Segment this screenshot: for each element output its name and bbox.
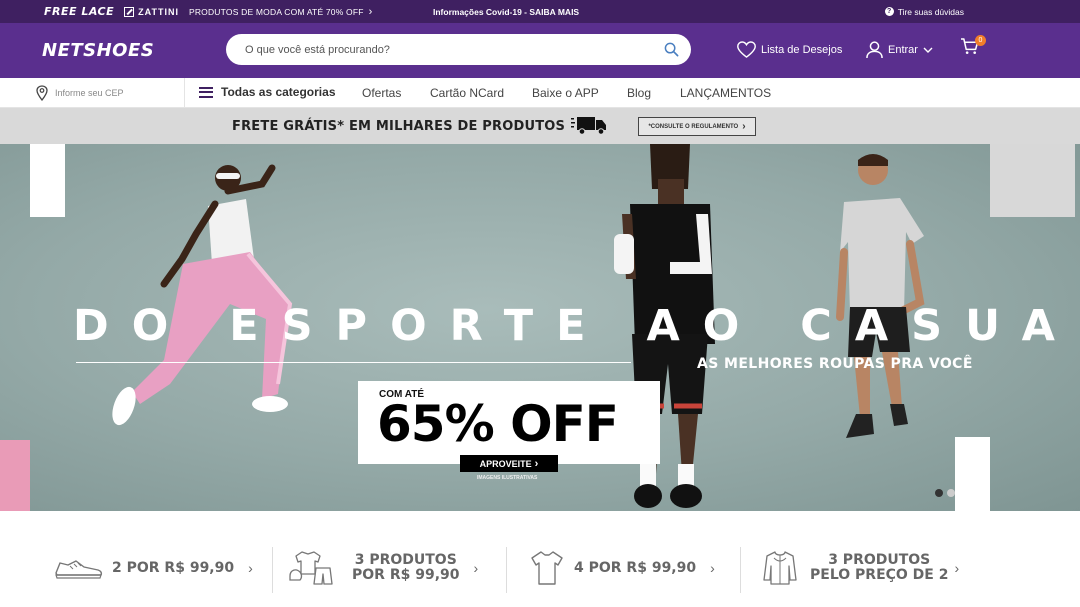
- promo-item-3-for-2[interactable]: 3 PRODUTOS PELO PREÇO DE 2 ›: [762, 545, 959, 591]
- wishlist-button[interactable]: Lista de Desejos: [737, 41, 842, 58]
- chevron-right-icon: ›: [473, 560, 479, 576]
- shipping-rules-button[interactable]: *CONSULTE O REGULAMENTO ›: [638, 117, 756, 136]
- free-shipping-text: FRETE GRÁTIS* EM MILHARES DE PRODUTOS: [232, 119, 566, 134]
- all-categories-menu[interactable]: Todas as categorias: [199, 85, 336, 99]
- frame-bracket-bottom-right: [955, 437, 990, 511]
- chevron-right-icon: ›: [248, 560, 253, 576]
- promo-item-sneakers[interactable]: 2 POR R$ 99,90 ›: [54, 545, 253, 591]
- carousel-dot-2[interactable]: [947, 489, 955, 497]
- promo-divider: [506, 547, 507, 593]
- chevron-right-icon: ›: [742, 121, 746, 132]
- promo-strip: 2 POR R$ 99,90 › 3 PRODUTOS POR R$ 99,90…: [0, 511, 1080, 607]
- freelace-logo-link[interactable]: FREE LACE: [44, 5, 114, 18]
- promo-line-1: 4 POR R$ 99,90: [574, 559, 697, 576]
- search-icon[interactable]: [664, 42, 679, 57]
- chevron-right-icon: ›: [368, 5, 373, 18]
- location-pin-icon: [36, 85, 48, 101]
- chevron-right-icon: ›: [534, 457, 539, 470]
- help-label: Tire suas dúvidas: [897, 6, 964, 17]
- search-bar: [226, 34, 691, 65]
- aproveite-label: APROVEITE: [479, 458, 532, 469]
- promo-label: 3 PRODUTOS PELO PREÇO DE 2: [810, 553, 948, 583]
- frame-bracket-top-right: [990, 144, 1075, 217]
- cep-placeholder: Informe seu CEP: [55, 88, 124, 98]
- fashion-promo-text: PRODUTOS DE MODA COM ATÉ 70% OFF: [188, 6, 364, 17]
- covid-info-link[interactable]: Informações Covid-19 - SAIBA MAIS: [433, 7, 579, 17]
- login-button[interactable]: Entrar: [866, 41, 933, 59]
- promo-label: 3 PRODUTOS POR R$ 99,90: [352, 553, 460, 583]
- wishlist-label: Lista de Desejos: [761, 43, 843, 56]
- promo-line-1: 2 POR R$ 99,90: [112, 559, 235, 576]
- hero-divider: [76, 362, 631, 363]
- frame-bracket-top-left: [30, 144, 65, 217]
- top-bar: FREE LACE ZATTINI PRODUTOS DE MODA COM A…: [0, 0, 1080, 23]
- chevron-down-icon: [923, 47, 933, 53]
- promo-label: 2 POR R$ 99,90: [112, 559, 235, 576]
- promo-line-2: PELO PREÇO DE 2: [810, 567, 949, 583]
- all-categories-label: Todas as categorias: [221, 85, 336, 99]
- tshirt-icon: [531, 551, 563, 585]
- nav-link-lancamentos[interactable]: LANÇAMENTOS: [680, 86, 771, 100]
- promo-line-1: 3 PRODUTOS: [354, 552, 457, 568]
- promo-item-tshirts[interactable]: 4 POR R$ 99,90 ›: [530, 545, 715, 591]
- nav-link-ncard[interactable]: Cartão NCard: [430, 86, 504, 100]
- nav-link-app[interactable]: Baixe o APP: [532, 86, 599, 100]
- chevron-right-icon: ›: [710, 560, 715, 576]
- nav-link-ofertas[interactable]: Ofertas: [362, 86, 401, 100]
- hero-title: DO ESPORTE AO CASUAL: [73, 301, 1080, 351]
- help-link[interactable]: ? Tire suas dúvidas: [884, 6, 964, 17]
- promo-line-1: 3 PRODUTOS: [828, 552, 931, 568]
- promo-item-3-products[interactable]: 3 PRODUTOS POR R$ 99,90 ›: [288, 545, 478, 591]
- category-nav: Informe seu CEP Todas as categorias Ofer…: [0, 78, 1080, 108]
- aproveite-button[interactable]: APROVEITE ›: [460, 455, 558, 472]
- clothes-set-icon: [289, 551, 333, 585]
- hero-banner[interactable]: DO ESPORTE AO CASUAL AS MELHORES ROUPAS …: [0, 144, 1080, 511]
- heart-icon: [737, 41, 756, 58]
- carousel-dot-1[interactable]: [935, 489, 943, 497]
- zattini-logo-icon: [124, 6, 135, 17]
- frame-bracket-bottom-left: [0, 440, 30, 511]
- zattini-link[interactable]: ZATTINI: [124, 6, 179, 17]
- menu-icon: [199, 86, 213, 98]
- login-label: Entrar: [888, 44, 918, 56]
- fashion-promo-link[interactable]: PRODUTOS DE MODA COM ATÉ 70% OFF ›: [189, 6, 373, 18]
- question-circle-icon: ?: [884, 7, 894, 16]
- hero-subtitle: AS MELHORES ROUPAS PRA VOCÊ: [697, 356, 973, 372]
- promo-label: 4 POR R$ 99,90: [574, 559, 697, 576]
- athlete-running-image: [112, 164, 293, 426]
- cart-count-badge: 0: [975, 35, 986, 46]
- carousel-dots: [935, 489, 955, 497]
- zattini-label: ZATTINI: [138, 6, 179, 17]
- search-input[interactable]: [245, 43, 645, 56]
- jacket-icon: [763, 551, 797, 585]
- nav-divider: [184, 78, 185, 108]
- discount-box: COM ATÉ 65% OFF: [358, 381, 660, 464]
- shipping-rules-label: *CONSULTE O REGULAMENTO: [648, 123, 739, 130]
- cep-field[interactable]: Informe seu CEP: [36, 84, 124, 102]
- promo-divider: [740, 547, 741, 593]
- illustrative-disclaimer: IMAGENS ILUSTRATIVAS: [477, 475, 538, 481]
- user-icon: [866, 41, 883, 59]
- free-shipping-banner[interactable]: FRETE GRÁTIS* EM MILHARES DE PRODUTOS *C…: [0, 108, 1080, 144]
- discount-value: 65% OFF: [377, 395, 619, 453]
- promo-divider: [272, 547, 273, 593]
- sneaker-icon: [55, 560, 103, 579]
- promo-line-2: POR R$ 99,90: [352, 567, 460, 583]
- main-header: NETSHOES Lista de Desejos Entrar 0: [0, 23, 1080, 78]
- netshoes-logo[interactable]: NETSHOES: [42, 40, 154, 61]
- truck-icon: [571, 117, 606, 135]
- nav-link-blog[interactable]: Blog: [627, 86, 651, 100]
- chevron-right-icon: ›: [954, 560, 960, 576]
- cart-button[interactable]: 0: [960, 35, 986, 60]
